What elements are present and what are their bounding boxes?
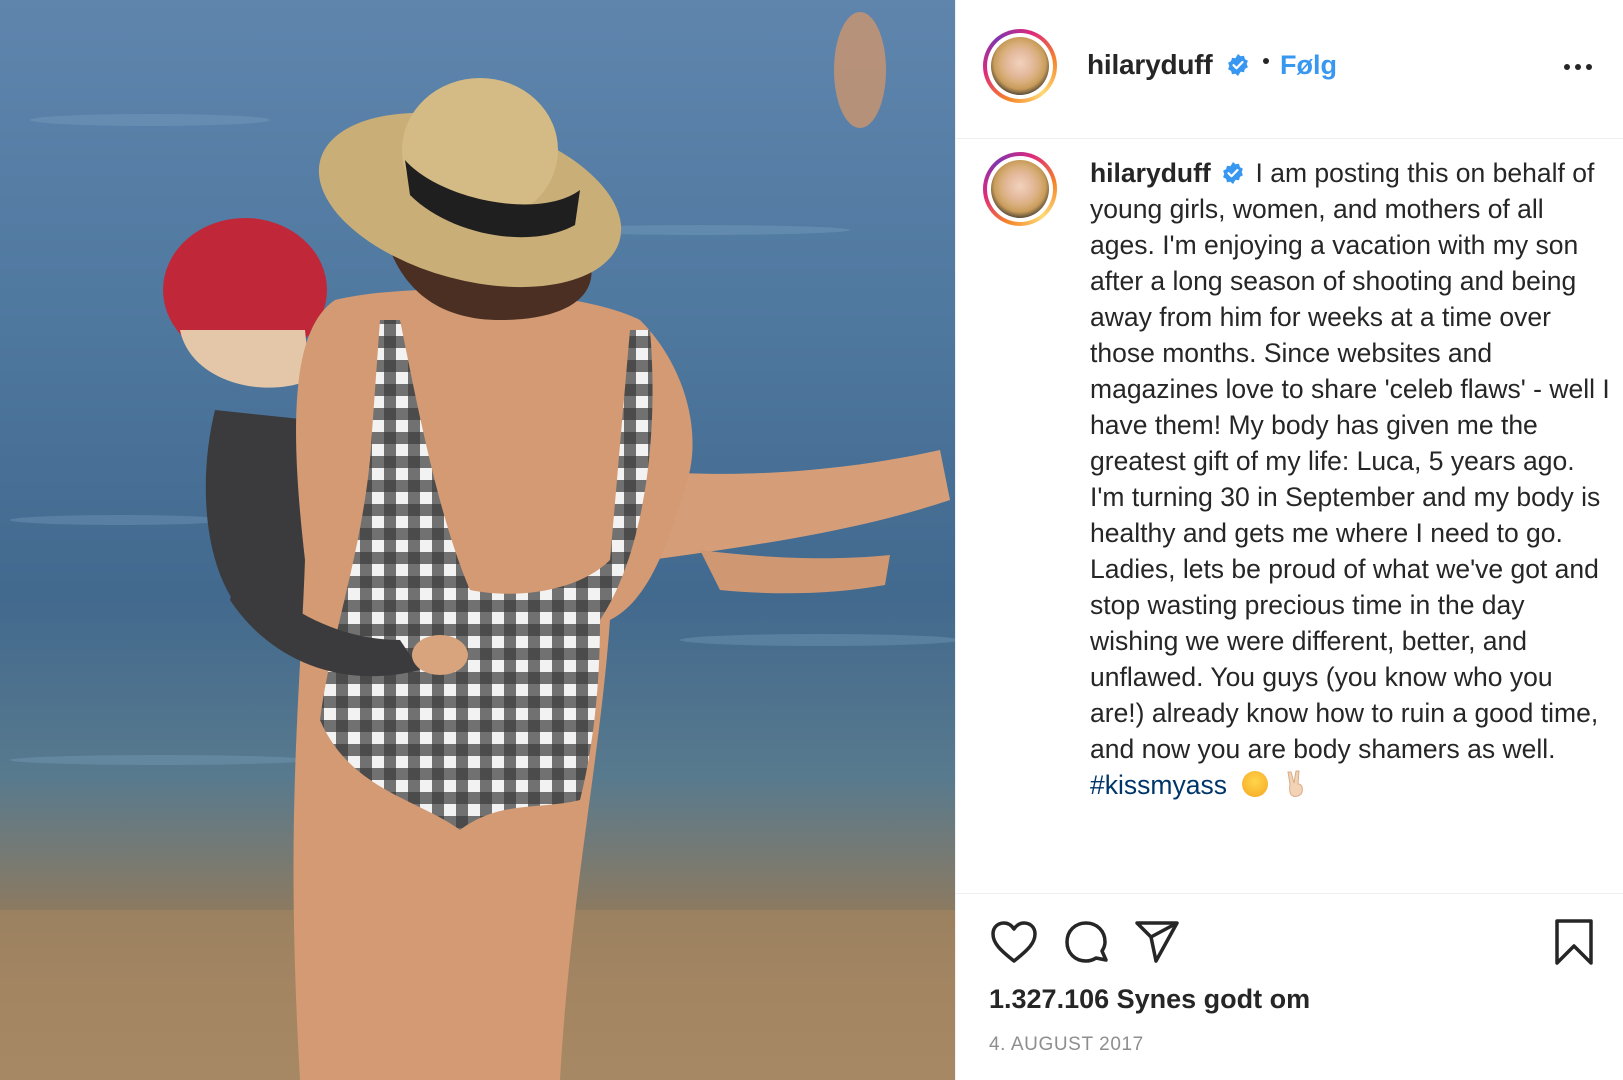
verified-badge-icon: [1228, 54, 1248, 76]
hashtag-link[interactable]: #kissmyass: [1090, 770, 1227, 800]
divider: [956, 893, 1623, 894]
caption-text: I am posting this on behalf of young gir…: [1090, 158, 1610, 764]
save-icon[interactable]: [1553, 918, 1595, 966]
follow-button[interactable]: Følg: [1280, 50, 1337, 81]
tongue-face-emoji: [1242, 771, 1269, 797]
separator-dot: [1263, 58, 1269, 64]
verified-badge-icon: [1223, 162, 1244, 184]
like-icon[interactable]: [990, 920, 1038, 964]
post-header: hilaryduff Følg: [956, 0, 1623, 139]
caption-avatar[interactable]: [983, 152, 1057, 226]
post-image[interactable]: [0, 0, 955, 1080]
caption-username[interactable]: hilaryduff: [1090, 158, 1211, 188]
more-options-icon[interactable]: [1564, 64, 1594, 72]
share-icon[interactable]: [1134, 920, 1180, 964]
avatar[interactable]: [983, 29, 1057, 103]
like-count[interactable]: 1.327.106 Synes godt om: [989, 984, 1310, 1015]
header-username[interactable]: hilaryduff: [1087, 49, 1213, 81]
post-panel: hilaryduff Følg hilaryduff I am posting …: [955, 0, 1623, 1080]
comment-icon[interactable]: [1062, 918, 1110, 966]
victory-hand-emoji: [1287, 770, 1303, 797]
post-date[interactable]: 4. AUGUST 2017: [989, 1034, 1144, 1056]
caption: hilaryduff I am posting this on behalf o…: [1090, 155, 1610, 803]
